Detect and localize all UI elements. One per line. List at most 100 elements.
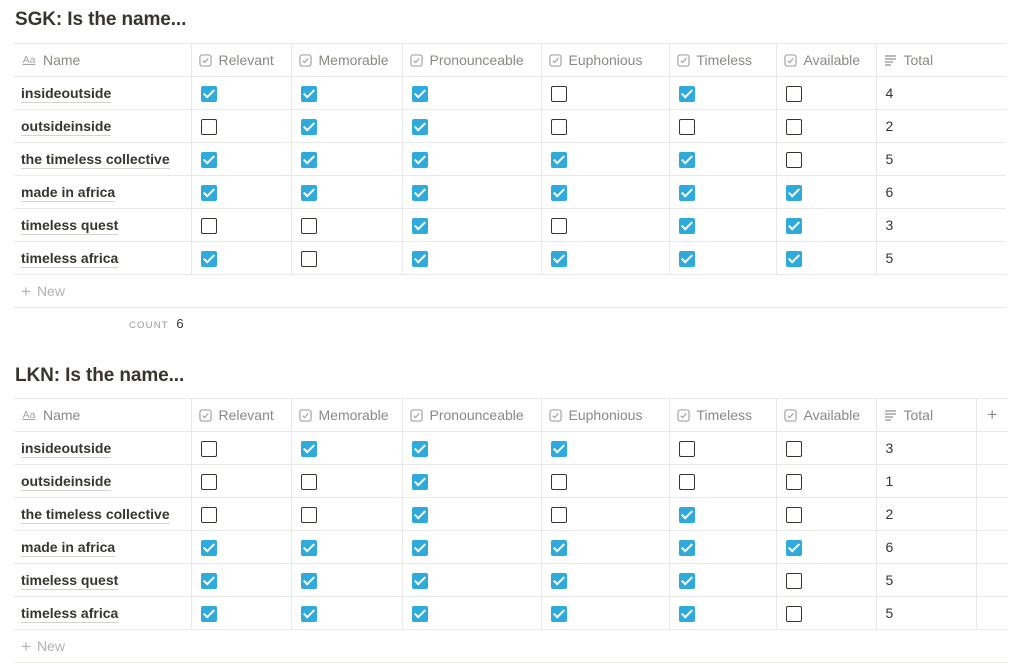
checkbox-checked[interactable] <box>678 572 695 589</box>
checkbox-checked[interactable] <box>200 184 217 201</box>
name-cell[interactable]: made in africa <box>14 530 191 564</box>
col-header-available[interactable]: Available <box>775 43 876 77</box>
checkbox-checked[interactable] <box>200 85 217 102</box>
checkbox-checked[interactable] <box>411 440 428 457</box>
checkbox-checked[interactable] <box>300 118 317 135</box>
checkbox-unchecked[interactable] <box>678 118 695 135</box>
checkbox-unchecked[interactable] <box>200 118 217 135</box>
col-header-relevant[interactable]: Relevant <box>190 398 291 432</box>
checkbox-checked[interactable] <box>785 217 802 234</box>
checkbox-unchecked[interactable] <box>785 118 802 135</box>
col-header-memorable[interactable]: Memorable <box>290 398 402 432</box>
checkbox-unchecked[interactable] <box>550 85 567 102</box>
checkbox-checked[interactable] <box>200 572 217 589</box>
checkbox-checked[interactable] <box>300 605 317 622</box>
name-cell[interactable]: insideoutside <box>14 431 191 465</box>
checkbox-unchecked[interactable] <box>785 572 802 589</box>
checkbox-checked[interactable] <box>678 539 695 556</box>
checkbox-checked[interactable] <box>411 539 428 556</box>
checkbox-unchecked[interactable] <box>200 473 217 490</box>
checkbox-checked[interactable] <box>678 605 695 622</box>
sgk-count[interactable]: COUNT 6 <box>129 316 184 331</box>
checkbox-checked[interactable] <box>300 85 317 102</box>
lkn-new-row-button[interactable]: + New <box>14 630 1008 663</box>
checkbox-checked[interactable] <box>550 539 567 556</box>
checkbox-checked[interactable] <box>785 539 802 556</box>
checkbox-unchecked[interactable] <box>200 217 217 234</box>
checkbox-unchecked[interactable] <box>550 118 567 135</box>
checkbox-unchecked[interactable] <box>785 605 802 622</box>
name-cell[interactable]: timeless quest <box>14 563 191 597</box>
checkbox-unchecked[interactable] <box>550 217 567 234</box>
name-cell[interactable]: timeless quest <box>14 208 191 242</box>
checkbox-checked[interactable] <box>411 217 428 234</box>
checkbox-checked[interactable] <box>411 506 428 523</box>
col-header-timeless[interactable]: Timeless <box>668 43 776 77</box>
checkbox-checked[interactable] <box>411 473 428 490</box>
checkbox-checked[interactable] <box>678 250 695 267</box>
checkbox-checked[interactable] <box>550 605 567 622</box>
name-cell[interactable]: the timeless collective <box>14 142 191 176</box>
checkbox-unchecked[interactable] <box>550 506 567 523</box>
col-header-euphonious[interactable]: Euphonious <box>540 398 669 432</box>
checkbox-unchecked[interactable] <box>678 473 695 490</box>
checkbox-checked[interactable] <box>300 572 317 589</box>
col-header-name[interactable]: Aa Name <box>14 43 191 77</box>
col-header-euphonious[interactable]: Euphonious <box>540 43 669 77</box>
col-header-total[interactable]: Total <box>875 43 1006 77</box>
checkbox-checked[interactable] <box>550 151 567 168</box>
checkbox-checked[interactable] <box>411 85 428 102</box>
name-cell[interactable]: insideoutside <box>14 76 191 110</box>
checkbox-checked[interactable] <box>411 184 428 201</box>
checkbox-unchecked[interactable] <box>550 473 567 490</box>
checkbox-checked[interactable] <box>785 184 802 201</box>
col-header-pronounceable[interactable]: Pronounceable <box>401 398 541 432</box>
checkbox-checked[interactable] <box>200 151 217 168</box>
checkbox-checked[interactable] <box>300 184 317 201</box>
checkbox-unchecked[interactable] <box>785 506 802 523</box>
checkbox-checked[interactable] <box>678 217 695 234</box>
checkbox-unchecked[interactable] <box>200 506 217 523</box>
add-column-button[interactable]: + <box>975 398 1008 432</box>
checkbox-checked[interactable] <box>411 151 428 168</box>
checkbox-checked[interactable] <box>550 184 567 201</box>
checkbox-unchecked[interactable] <box>200 440 217 457</box>
name-cell[interactable]: outsideinside <box>14 464 191 498</box>
col-header-memorable[interactable]: Memorable <box>290 43 402 77</box>
checkbox-unchecked[interactable] <box>785 473 802 490</box>
name-cell[interactable]: timeless africa <box>14 241 191 275</box>
checkbox-checked[interactable] <box>200 605 217 622</box>
col-header-relevant[interactable]: Relevant <box>190 43 291 77</box>
name-cell[interactable]: made in africa <box>14 175 191 209</box>
checkbox-unchecked[interactable] <box>300 250 317 267</box>
checkbox-checked[interactable] <box>411 250 428 267</box>
col-header-pronounceable[interactable]: Pronounceable <box>401 43 541 77</box>
col-header-total[interactable]: Total <box>875 398 976 432</box>
checkbox-unchecked[interactable] <box>785 151 802 168</box>
checkbox-checked[interactable] <box>550 250 567 267</box>
checkbox-unchecked[interactable] <box>678 440 695 457</box>
col-header-name[interactable]: Aa Name <box>14 398 191 432</box>
checkbox-checked[interactable] <box>678 184 695 201</box>
checkbox-checked[interactable] <box>300 440 317 457</box>
checkbox-checked[interactable] <box>550 572 567 589</box>
sgk-new-row-button[interactable]: + New <box>14 275 1006 308</box>
checkbox-checked[interactable] <box>678 151 695 168</box>
checkbox-checked[interactable] <box>411 572 428 589</box>
checkbox-checked[interactable] <box>678 85 695 102</box>
checkbox-checked[interactable] <box>785 250 802 267</box>
checkbox-unchecked[interactable] <box>300 473 317 490</box>
checkbox-checked[interactable] <box>411 605 428 622</box>
checkbox-unchecked[interactable] <box>785 440 802 457</box>
checkbox-checked[interactable] <box>300 151 317 168</box>
checkbox-checked[interactable] <box>550 440 567 457</box>
checkbox-checked[interactable] <box>200 539 217 556</box>
name-cell[interactable]: the timeless collective <box>14 497 191 531</box>
checkbox-unchecked[interactable] <box>785 85 802 102</box>
name-cell[interactable]: timeless africa <box>14 596 191 630</box>
name-cell[interactable]: outsideinside <box>14 109 191 143</box>
checkbox-checked[interactable] <box>200 250 217 267</box>
checkbox-unchecked[interactable] <box>300 217 317 234</box>
col-header-timeless[interactable]: Timeless <box>668 398 776 432</box>
col-header-available[interactable]: Available <box>775 398 876 432</box>
